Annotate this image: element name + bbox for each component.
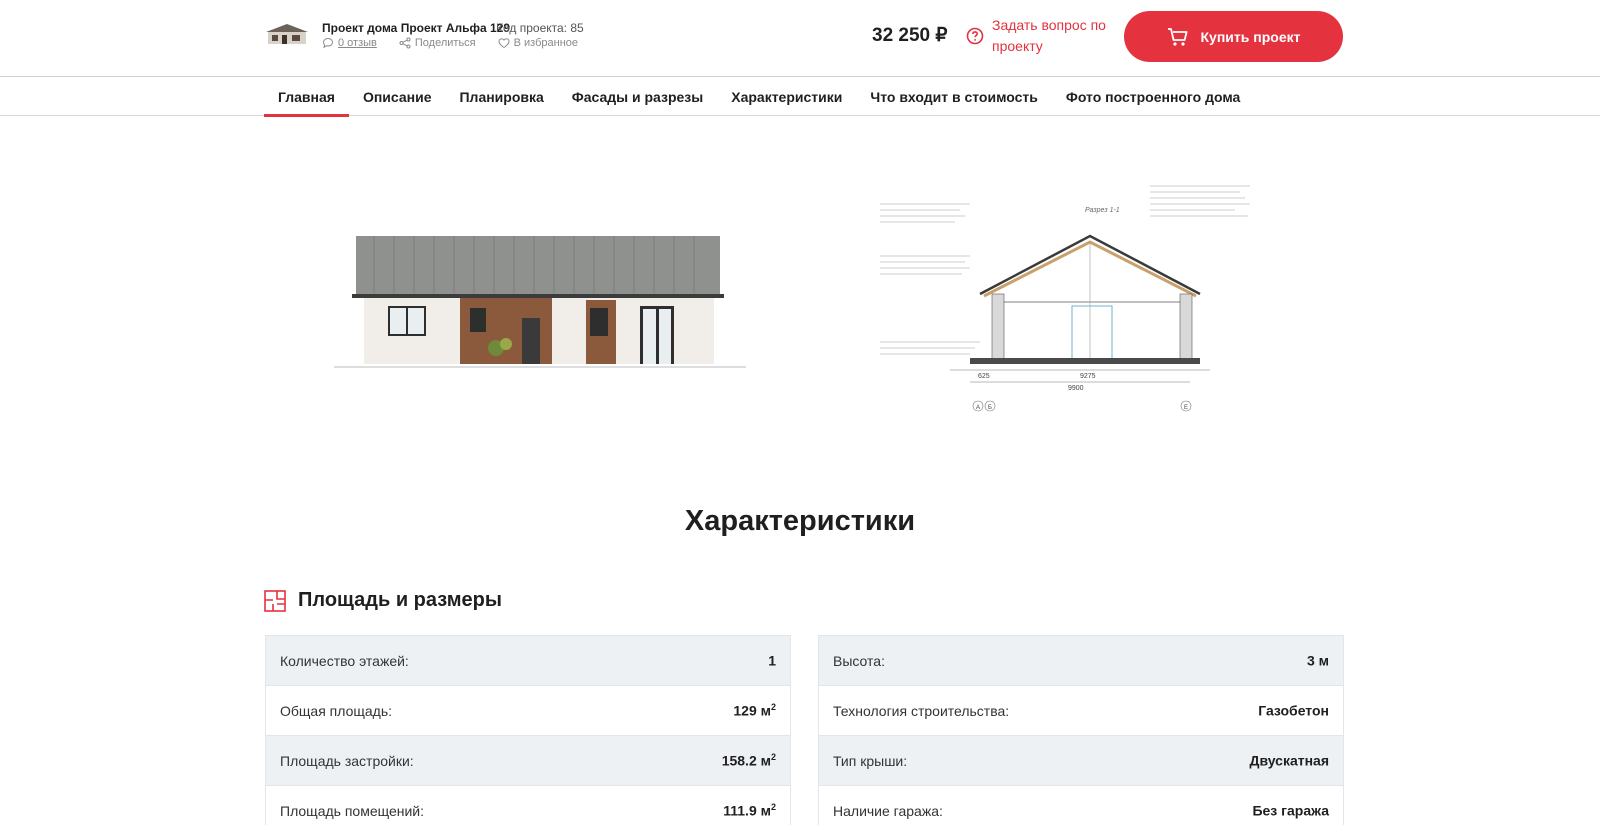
section-drawing-image[interactable]: Разрез 1-1 625 9275 9900 А Б Е — [880, 182, 1272, 422]
question-icon — [966, 27, 984, 45]
project-header: Проект дома Проект Альфа 129 Код проекта… — [0, 0, 1600, 77]
row-label: Площадь помещений: — [280, 802, 425, 819]
floor-plan-icon — [264, 589, 286, 612]
facade-gallery: Разрез 1-1 625 9275 9900 А Б Е — [0, 130, 1600, 440]
reviews-link[interactable]: 0 отзыв — [322, 37, 377, 49]
section-title: Разрез 1-1 — [1085, 207, 1120, 214]
table-row: Площадь помещений: 111.9 м2 — [266, 786, 790, 825]
characteristics-heading: Характеристики — [684, 505, 916, 537]
table-row: Технология строительства: Газобетон — [819, 686, 1343, 736]
facade-image[interactable] — [334, 230, 746, 372]
area-subheading: Площадь и размеры — [264, 589, 502, 612]
axis-a: А — [976, 405, 980, 411]
row-value: Двускатная — [1249, 752, 1329, 769]
table-row: Наличие гаража: Без гаража — [819, 786, 1343, 825]
row-label: Общая площадь: — [280, 702, 393, 719]
project-meta: 0 отзыв Поделиться В избранное — [322, 37, 578, 49]
row-value: 3 м — [1306, 652, 1329, 669]
axis-b: Б — [988, 405, 992, 411]
table-row: Высота: 3 м — [819, 636, 1343, 686]
table-row: Площадь застройки: 158.2 м2 — [266, 736, 790, 786]
row-label: Высота: — [833, 652, 885, 669]
row-value: 1 — [768, 652, 776, 669]
ask-question-link[interactable]: Задать вопрос по проекту — [966, 15, 1112, 57]
share-link[interactable]: Поделиться — [399, 37, 476, 49]
tab-built-photos[interactable]: Фото построенного дома — [1052, 78, 1254, 116]
characteristics-table-right: Высота: 3 м Технология строительства: Га… — [818, 635, 1344, 825]
row-value: Без гаража — [1252, 802, 1329, 819]
tab-price-includes[interactable]: Что входит в стоимость — [856, 78, 1052, 116]
reviews-label: 0 отзыв — [338, 37, 377, 49]
project-title: Проект дома Проект Альфа 129 — [322, 21, 511, 35]
table-row: Тип крыши: Двускатная — [819, 736, 1343, 786]
row-value: 158.2 м2 — [721, 752, 776, 769]
axis-e: Е — [1184, 405, 1188, 411]
dim-9900: 9900 — [1068, 385, 1084, 392]
comment-icon — [322, 37, 334, 49]
project-price: 32 250 ₽ — [872, 25, 948, 46]
dim-9275: 9275 — [1080, 373, 1096, 380]
row-label: Площадь застройки: — [280, 752, 414, 769]
row-label: Тип крыши: — [833, 752, 908, 769]
project-code: Код проекта: 85 — [496, 21, 584, 35]
buy-project-button[interactable]: Купить проект — [1124, 11, 1343, 62]
tab-facades[interactable]: Фасады и разрезы — [558, 78, 717, 116]
ask-question-label: Задать вопрос по проекту — [992, 17, 1106, 54]
share-label: Поделиться — [414, 37, 476, 49]
row-label: Технология строительства: — [833, 702, 1010, 719]
buy-project-label: Купить проект — [1200, 28, 1301, 45]
cart-icon — [1167, 27, 1188, 46]
dim-625: 625 — [978, 373, 990, 380]
row-value: 111.9 м2 — [723, 802, 776, 819]
heart-icon — [498, 38, 510, 49]
tab-main[interactable]: Главная — [264, 78, 349, 117]
favorite-label: В избранное — [513, 37, 579, 49]
characteristics-table-left: Количество этажей: 1 Общая площадь: 129 … — [265, 635, 791, 825]
row-value: 129 м2 — [733, 702, 776, 719]
area-subheading-label: Площадь и размеры — [298, 589, 502, 611]
tab-layout[interactable]: Планировка — [445, 78, 557, 116]
share-icon — [399, 37, 411, 49]
tab-characteristics[interactable]: Характеристики — [717, 78, 856, 116]
tab-description[interactable]: Описание — [349, 78, 446, 116]
house-thumbnail[interactable] — [264, 22, 310, 46]
table-row: Количество этажей: 1 — [266, 636, 790, 686]
row-value: Газобетон — [1258, 702, 1329, 719]
row-label: Наличие гаража: — [833, 802, 943, 819]
table-row: Общая площадь: 129 м2 — [266, 686, 790, 736]
section-nav: Главная Описание Планировка Фасады и раз… — [0, 78, 1600, 117]
favorite-link[interactable]: В избранное — [498, 37, 578, 49]
row-label: Количество этажей: — [280, 652, 409, 669]
